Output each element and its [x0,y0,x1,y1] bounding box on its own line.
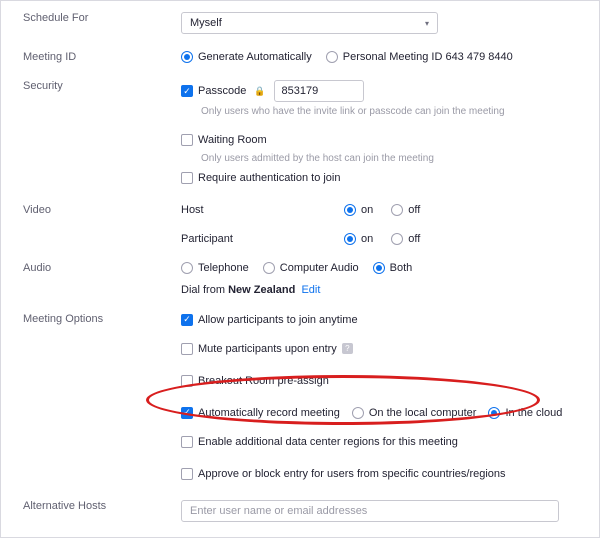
join-anytime-checkbox[interactable]: Allow participants to join anytime [181,314,358,326]
record-cloud-radio[interactable]: In the cloud [488,407,562,419]
audio-telephone-radio[interactable]: Telephone [181,262,249,274]
dial-in-text: Dial from New Zealand Edit [181,284,581,296]
video-label: Video [1,204,181,216]
require-auth-label: Require authentication to join [198,172,340,184]
audio-computer-radio[interactable]: Computer Audio [263,262,359,274]
audio-label: Audio [1,262,181,274]
dial-edit-link[interactable]: Edit [301,284,320,296]
settings-form: Schedule For Myself ▾ Meeting ID Generat… [0,0,600,538]
meeting-id-auto-radio[interactable]: Generate Automatically [181,51,312,63]
meeting-options-label: Meeting Options [1,313,181,325]
waiting-room-checkbox[interactable]: Waiting Room [181,134,267,146]
audio-both-radio[interactable]: Both [373,262,413,274]
mute-entry-checkbox[interactable]: Mute participants upon entry ? [181,343,353,355]
meeting-id-pmi-text: Personal Meeting ID 643 479 8440 [343,51,513,63]
video-host-label: Host [181,204,326,216]
security-label: Security [1,80,181,92]
video-participant-on-radio[interactable]: on [344,233,373,245]
require-auth-checkbox[interactable]: Require authentication to join [181,172,340,184]
passcode-input[interactable] [274,80,364,102]
auto-record-checkbox[interactable]: Automatically record meeting [181,407,340,419]
passcode-label: Passcode [198,85,246,97]
passcode-checkbox[interactable]: Passcode [181,85,246,97]
schedule-for-label: Schedule For [1,12,181,24]
video-participant-off-radio[interactable]: off [391,233,420,245]
video-host-on-radio[interactable]: on [344,204,373,216]
info-icon: ? [342,343,353,354]
schedule-for-select[interactable]: Myself ▾ [181,12,438,34]
chevron-down-icon: ▾ [425,19,429,28]
approve-block-checkbox[interactable]: Approve or block entry for users from sp… [181,468,506,480]
alt-hosts-label: Alternative Hosts [1,500,181,512]
meeting-id-auto-text: Generate Automatically [198,51,312,63]
video-host-off-radio[interactable]: off [391,204,420,216]
waiting-room-label: Waiting Room [198,134,267,146]
video-participant-label: Participant [181,233,326,245]
data-center-checkbox[interactable]: Enable additional data center regions fo… [181,436,458,448]
meeting-id-pmi-radio[interactable]: Personal Meeting ID 643 479 8440 [326,51,513,63]
passcode-hint: Only users who have the invite link or p… [201,106,581,117]
record-local-radio[interactable]: On the local computer [352,407,477,419]
schedule-for-value: Myself [190,17,222,29]
breakout-checkbox[interactable]: Breakout Room pre-assign [181,375,329,387]
lock-icon: 🔒 [254,86,265,97]
meeting-id-label: Meeting ID [1,51,181,63]
alt-hosts-input[interactable] [181,500,559,522]
waiting-room-hint: Only users admitted by the host can join… [201,153,581,164]
